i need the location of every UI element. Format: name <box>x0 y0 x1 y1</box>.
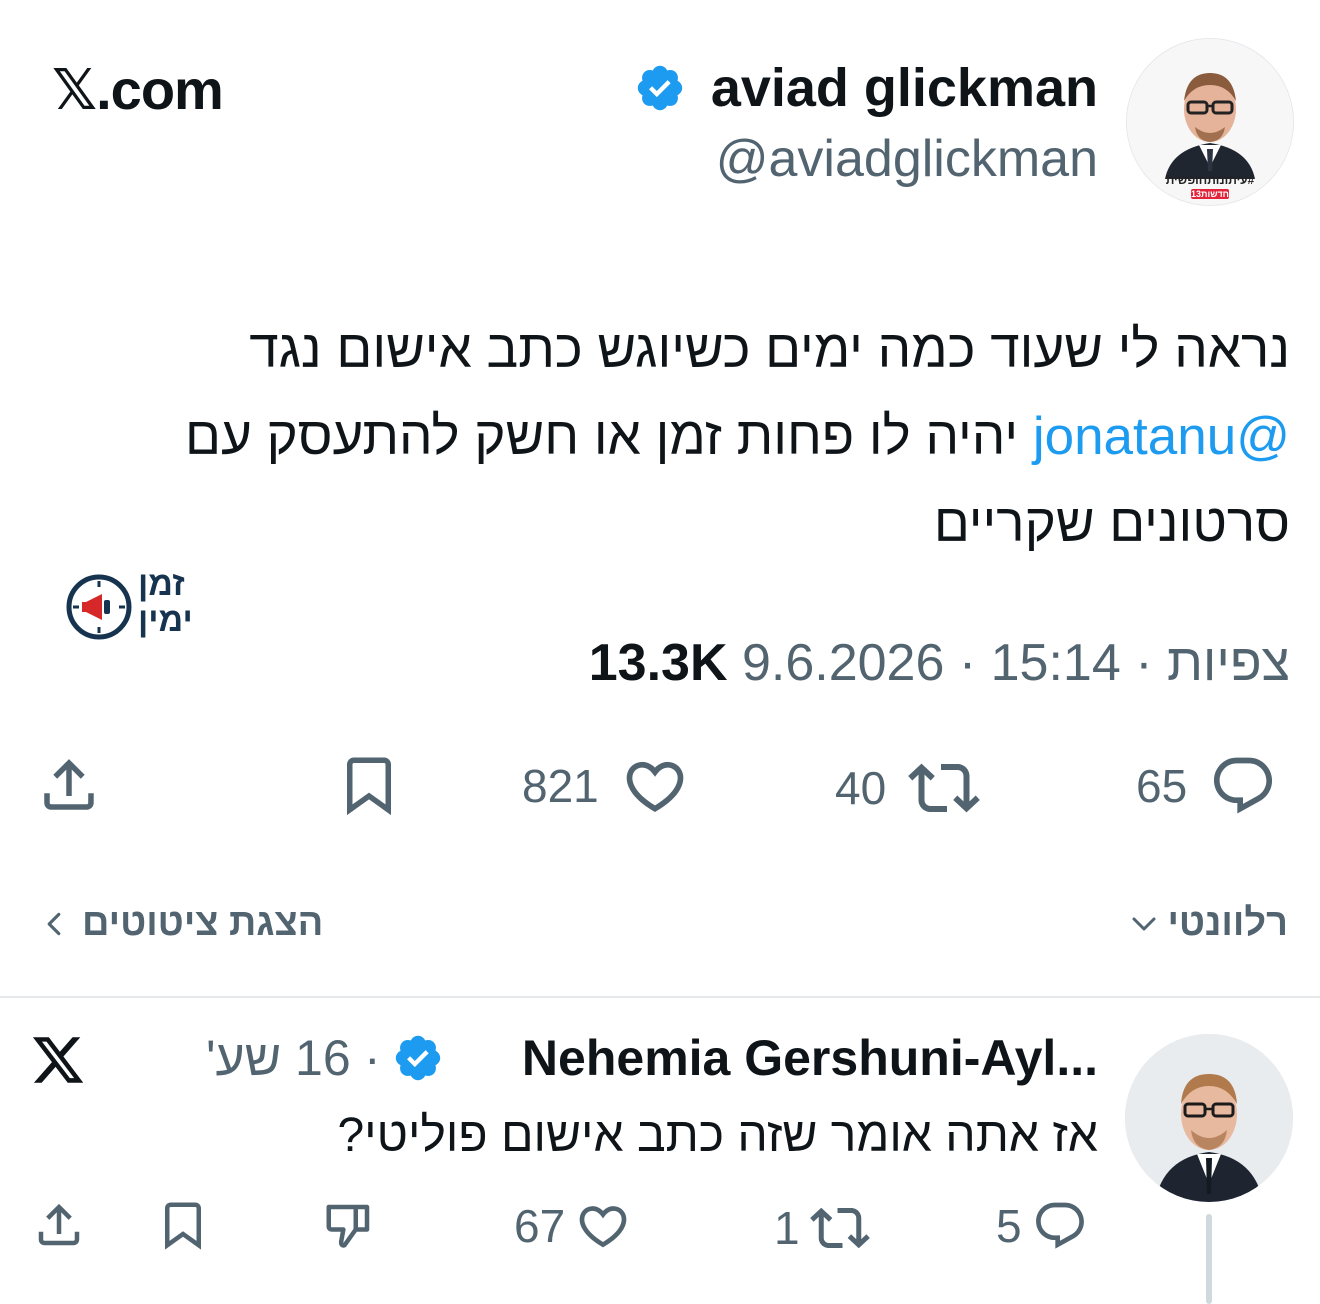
repost-icon <box>809 1198 870 1258</box>
reply-repost-count: 1 <box>774 1202 800 1254</box>
share-button[interactable] <box>36 752 102 818</box>
tweet-time[interactable]: 15:14 <box>991 634 1121 692</box>
mention-link[interactable]: @jonatanu <box>1033 407 1290 466</box>
dislike-icon <box>322 1198 376 1252</box>
tweet-line-2-text: יהיה לו פחות זמן או חשק להתעסק עם <box>185 407 1019 466</box>
reply-avatar[interactable] <box>1125 1034 1293 1202</box>
thread-line <box>1206 1214 1212 1304</box>
sort-relevant-label: רלוונטי <box>1167 902 1288 944</box>
reply-reply-button[interactable]: 5 <box>996 1198 1088 1254</box>
author-name[interactable]: aviad glickman <box>711 56 1098 120</box>
brand-logo-text-1: זמן <box>138 565 185 603</box>
heart-icon <box>575 1198 631 1254</box>
views-count: 13.3K <box>588 634 728 692</box>
tweet-line-2: @jonatanu יהיה לו פחות זמן או חשק להתעסק… <box>50 393 1290 480</box>
reply-text: אז אתה אומר שזה כתב אישום פוליטי? <box>337 1109 1098 1162</box>
reply-sep: · <box>364 1030 381 1086</box>
repost-icon <box>908 752 980 824</box>
reply-time[interactable]: 16 שע' <box>206 1028 351 1088</box>
views-label: צפיות <box>1167 634 1290 692</box>
meta-sep: · <box>1135 634 1153 692</box>
verified-badge-icon <box>392 1032 444 1084</box>
chevron-left-icon <box>42 909 66 939</box>
share-icon <box>32 1198 86 1252</box>
sort-relevant-dropdown[interactable]: רלוונטי <box>1129 902 1288 945</box>
meta-sep: · <box>958 634 977 692</box>
bookmark-icon <box>156 1198 210 1252</box>
brand-logo-text-2: ימין <box>138 601 193 639</box>
reply-dislike-button[interactable] <box>322 1198 376 1252</box>
x-logo-icon <box>30 1032 86 1088</box>
brand-logo: זמן ימין <box>64 566 214 646</box>
show-quotes-link[interactable]: הצגת ציטוטים <box>42 902 323 945</box>
bookmark-icon <box>336 752 402 818</box>
author-avatar[interactable]: #עיתונותחופשית חדשות13 <box>1126 38 1294 206</box>
chevron-down-icon <box>1129 909 1159 939</box>
bookmark-button[interactable] <box>336 752 402 818</box>
avatar-badge: חדשות13 <box>1191 189 1229 199</box>
author-handle[interactable]: @aviadglickman <box>716 128 1098 190</box>
reply-author-name[interactable]: Nehemia Gershuni-Ayl... <box>522 1028 1098 1088</box>
repost-button[interactable]: 40 <box>835 752 980 824</box>
tweet-date[interactable]: 9.6.2026 <box>742 634 944 692</box>
tweet-meta: 13.3K צפיות · 15:14 · 9.6.2026 <box>589 632 1290 694</box>
tweet-line-3: סרטונים שקריים <box>933 494 1290 553</box>
repost-count: 40 <box>835 762 887 814</box>
site-label: 𝕏.com <box>52 58 224 121</box>
reply-reply-count: 5 <box>996 1200 1022 1252</box>
reply-like-button[interactable]: 67 <box>514 1198 631 1254</box>
like-count: 821 <box>522 760 599 812</box>
share-icon <box>36 752 102 818</box>
reply-icon <box>1032 1198 1088 1254</box>
show-quotes-label: הצגת ציטוטים <box>82 902 324 944</box>
like-button[interactable]: 821 <box>522 752 689 820</box>
avatar-caption: #עיתונותחופשית <box>1165 173 1255 187</box>
heart-icon <box>621 752 689 820</box>
verified-badge-icon <box>634 62 686 114</box>
tweet-line-1: נראה לי שעוד כמה ימים כשיוגש כתב אישום נ… <box>249 320 1290 379</box>
reply-count: 65 <box>1136 760 1188 812</box>
reply-icon <box>1209 752 1277 820</box>
tweet-text: נראה לי שעוד כמה ימים כשיוגש כתב אישום נ… <box>50 306 1290 567</box>
reply-repost-button[interactable]: 1 <box>774 1198 870 1258</box>
reply-share-button[interactable] <box>32 1198 86 1252</box>
reply-like-count: 67 <box>514 1200 566 1252</box>
reply-bookmark-button[interactable] <box>156 1198 210 1252</box>
divider <box>0 996 1320 998</box>
reply-button[interactable]: 65 <box>1136 752 1277 820</box>
